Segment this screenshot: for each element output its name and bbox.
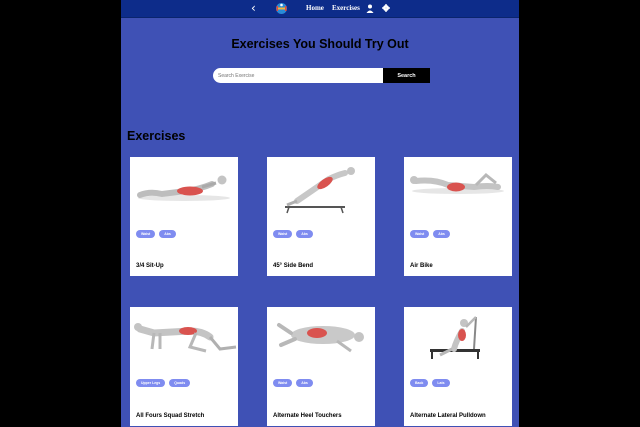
tag-list: Waist Abs bbox=[273, 230, 317, 248]
exercise-image bbox=[134, 323, 237, 353]
exercise-image bbox=[277, 323, 364, 353]
exercise-name: 45° Side Bend bbox=[273, 263, 314, 269]
exercise-name: Alternate Heel Touchers bbox=[273, 413, 342, 419]
page-title: Exercises You Should Try Out bbox=[231, 37, 409, 51]
tag-chip[interactable]: Abs bbox=[159, 230, 176, 238]
exercise-image bbox=[137, 175, 230, 201]
tag-chip[interactable]: Waist bbox=[273, 230, 293, 238]
exercise-name: 3/4 Sit-Up bbox=[136, 263, 164, 269]
section-title: Exercises bbox=[127, 129, 186, 143]
exercise-image bbox=[430, 316, 480, 359]
tag-chip[interactable]: Abs bbox=[296, 379, 313, 387]
exercise-card[interactable]: Upper Legs Quads All Fours Squad Stretch bbox=[130, 307, 238, 426]
tag-list: Waist Abs bbox=[273, 379, 317, 397]
exercise-name: Air Bike bbox=[410, 263, 433, 269]
tag-list: Waist Abs bbox=[136, 230, 180, 248]
tag-chip[interactable]: Upper Legs bbox=[136, 379, 166, 387]
chevron-left-icon[interactable]: ‹ bbox=[251, 2, 256, 14]
user-icon[interactable] bbox=[366, 4, 374, 13]
tag-chip[interactable]: Abs bbox=[433, 230, 450, 238]
search-input[interactable] bbox=[213, 68, 383, 83]
tag-chip[interactable]: Lats bbox=[432, 379, 450, 387]
nav-link-home[interactable]: Home bbox=[306, 4, 324, 12]
nav-link-exercises[interactable]: Exercises bbox=[332, 4, 360, 12]
search-button[interactable]: Search bbox=[383, 68, 430, 83]
exercise-card[interactable]: Waist Abs Air Bike bbox=[404, 157, 512, 276]
tag-chip[interactable]: Abs bbox=[296, 230, 313, 238]
tag-list: Back Lats bbox=[410, 379, 454, 397]
tag-chip[interactable]: Waist bbox=[410, 230, 430, 238]
top-navbar: ‹ Home Exercises bbox=[121, 0, 519, 18]
gym-logo-icon[interactable] bbox=[275, 2, 288, 15]
tag-chip[interactable]: Waist bbox=[136, 230, 156, 238]
app-page: ‹ Home Exercises Exercises You Should Tr… bbox=[121, 0, 519, 427]
tag-list: Waist Abs bbox=[410, 230, 454, 248]
tag-chip[interactable]: Waist bbox=[273, 379, 293, 387]
gear-icon[interactable] bbox=[382, 4, 390, 12]
exercise-image bbox=[285, 167, 355, 214]
exercise-image bbox=[410, 172, 504, 194]
exercise-card[interactable]: Waist Abs 3/4 Sit-Up bbox=[130, 157, 238, 276]
exercise-name: All Fours Squad Stretch bbox=[136, 413, 205, 419]
tag-list: Upper Legs Quads bbox=[136, 379, 194, 397]
tag-chip[interactable]: Back bbox=[410, 379, 429, 387]
tag-chip[interactable]: Quads bbox=[169, 379, 191, 387]
exercise-card[interactable]: Waist Abs Alternate Heel Touchers bbox=[267, 307, 375, 426]
exercise-name: Alternate Lateral Pulldown bbox=[410, 413, 486, 419]
exercise-card[interactable]: Waist Abs 45° Side Bend bbox=[267, 157, 375, 276]
exercise-card[interactable]: Back Lats Alternate Lateral Pulldown bbox=[404, 307, 512, 426]
